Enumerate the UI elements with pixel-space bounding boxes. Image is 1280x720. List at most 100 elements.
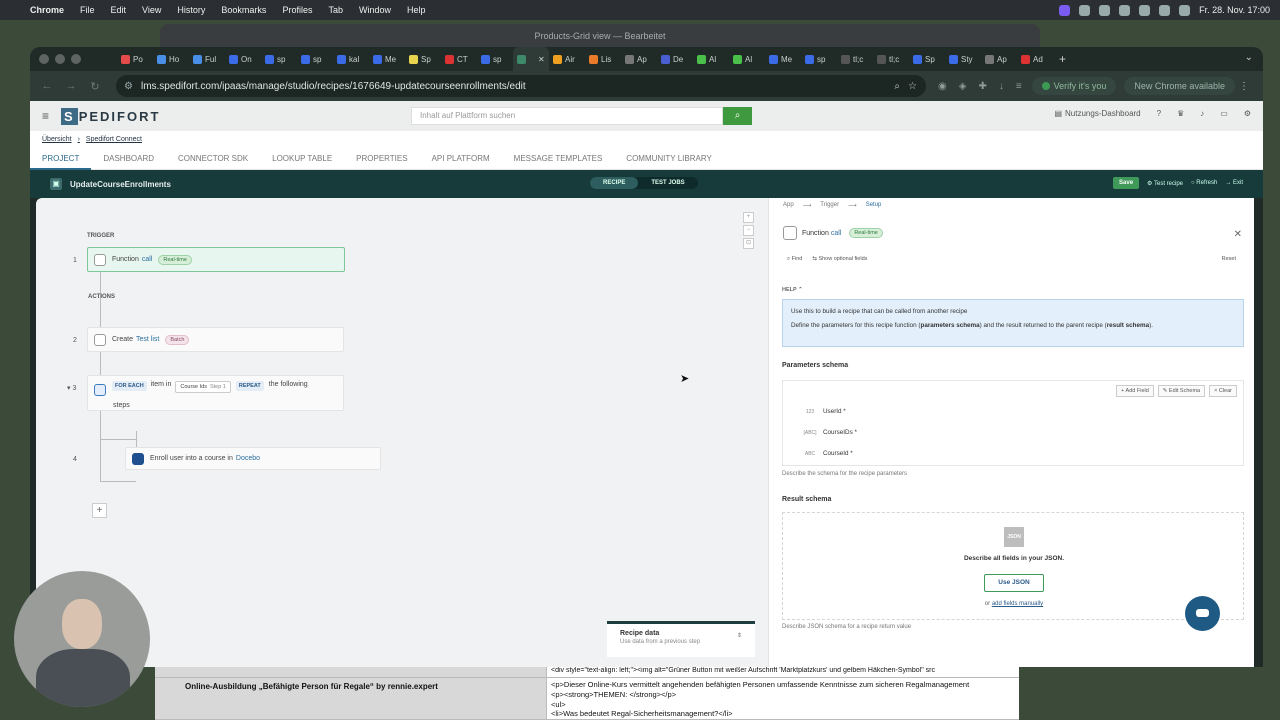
test-recipe-button[interactable]: ⚙ Test recipe — [1147, 180, 1183, 187]
menu-view[interactable]: View — [142, 5, 161, 15]
chat-support-button[interactable] — [1185, 596, 1220, 631]
menu-history[interactable]: History — [177, 5, 205, 15]
usage-dashboard-link[interactable]: ▤ Nutzungs-Dashboard — [1054, 109, 1140, 118]
browser-tab[interactable]: tl;c — [837, 47, 873, 71]
browser-tab[interactable]: Al — [693, 47, 729, 71]
browser-tab[interactable]: Ad — [1017, 47, 1053, 71]
browser-tab[interactable]: sp — [477, 47, 513, 71]
verify-button[interactable]: Verify it's you — [1031, 77, 1117, 95]
menu-help[interactable]: Help — [407, 5, 426, 15]
expand-icon[interactable]: ⇕ — [737, 632, 742, 639]
browser-tab[interactable]: Al — [729, 47, 765, 71]
browser-tab[interactable]: Air — [549, 47, 585, 71]
browser-tab[interactable]: Sty — [945, 47, 981, 71]
browser-tab[interactable]: Ap — [981, 47, 1017, 71]
tab-connector-sdk[interactable]: CONNECTOR SDK — [166, 148, 260, 170]
enroll-user-step[interactable]: Enroll user into a course in Docebo — [125, 447, 381, 470]
search-icon[interactable] — [1179, 4, 1191, 16]
clock[interactable]: Fr. 28. Nov. 17:00 — [1199, 5, 1270, 15]
add-field-button[interactable]: + Add Field — [1116, 385, 1154, 397]
zoom-icon[interactable]: ⌕ — [894, 81, 900, 92]
extension-icon[interactable]: ◈ — [959, 81, 967, 92]
browser-tab[interactable]: Sp — [909, 47, 945, 71]
tab-project[interactable]: PROJECT — [30, 148, 92, 170]
trophy-icon[interactable]: ♛ — [1177, 109, 1184, 118]
add-step-button[interactable]: + — [92, 503, 107, 518]
puzzle-icon[interactable]: ✚ — [978, 81, 986, 92]
browser-tab[interactable]: De — [657, 47, 693, 71]
tab-properties[interactable]: PROPERTIES — [344, 148, 419, 170]
menu-bookmarks[interactable]: Bookmarks — [221, 5, 266, 15]
zoom-in-icon[interactable]: + — [743, 212, 754, 223]
exit-button[interactable]: → Exit — [1225, 180, 1243, 186]
tab-trigger[interactable]: Trigger — [820, 202, 839, 209]
extension-icon[interactable]: ◉ — [938, 81, 947, 92]
wifi-icon[interactable] — [1139, 4, 1151, 16]
show-optional-fields-button[interactable]: ⇆ Show optional fields — [812, 256, 867, 263]
course-ids-datapill[interactable]: Course Ids Step 1 — [175, 381, 231, 393]
chrome-menu-icon[interactable]: ⋮ — [1239, 81, 1249, 92]
bell-icon[interactable]: ♪ — [1200, 109, 1204, 118]
menu-tab[interactable]: Tab — [328, 5, 343, 15]
reset-button[interactable]: Reset — [1222, 256, 1236, 262]
browser-tab[interactable]: Ful — [189, 47, 225, 71]
download-icon[interactable]: ↓ — [999, 81, 1004, 92]
tab-search-icon[interactable]: ⌄ — [1245, 52, 1253, 63]
bookmark-star-icon[interactable]: ☆ — [908, 81, 917, 92]
zoom-window-button[interactable] — [71, 54, 81, 64]
tab-dashboard[interactable]: DASHBOARD — [91, 148, 166, 170]
browser-tab[interactable]: Po — [117, 47, 153, 71]
schema-field-row[interactable]: 123 UserId * — [803, 408, 846, 415]
url-text[interactable]: lms.spedifort.com/ipaas/manage/studio/re… — [141, 81, 526, 92]
browser-tab[interactable]: ✕ — [513, 47, 549, 71]
browser-tab[interactable]: Sp — [405, 47, 441, 71]
settings-gear-icon[interactable]: ⚙ — [1244, 109, 1251, 118]
search-button[interactable]: ⌕ — [723, 107, 752, 125]
platform-search-input[interactable]: Inhalt auf Plattform suchen — [411, 107, 723, 125]
refresh-button[interactable]: ○ Refresh — [1191, 180, 1217, 186]
fit-icon[interactable]: ⊡ — [743, 238, 754, 249]
add-fields-manually-link[interactable]: add fields manually — [992, 601, 1043, 607]
tab-setup[interactable]: Setup — [866, 202, 882, 209]
save-button[interactable]: Save — [1113, 177, 1140, 189]
screen-share-icon[interactable] — [1059, 4, 1071, 16]
close-icon[interactable]: ✕ — [1234, 229, 1242, 240]
browser-tab[interactable]: sp — [297, 47, 333, 71]
tab-recipe[interactable]: RECIPE — [590, 177, 639, 189]
battery-icon[interactable] — [1159, 4, 1171, 16]
back-icon[interactable]: ← — [40, 80, 54, 92]
browser-tab[interactable]: sp — [801, 47, 837, 71]
browser-tab[interactable]: kal — [333, 47, 369, 71]
create-list-step[interactable]: Create Test list Batch — [87, 327, 344, 352]
help-icon[interactable]: ? — [1157, 109, 1161, 118]
recipe-data-panel[interactable]: Recipe data Use data from a previous ste… — [607, 621, 755, 657]
status-icon[interactable] — [1079, 4, 1091, 16]
menu-window[interactable]: Window — [359, 5, 391, 15]
tab-message-templates[interactable]: MESSAGE TEMPLATES — [502, 148, 615, 170]
menu-file[interactable]: File — [80, 5, 95, 15]
tab-lookup-table[interactable]: LOOKUP TABLE — [260, 148, 344, 170]
spedifort-logo[interactable]: S PEDIFORT — [61, 107, 160, 125]
menu-app-name[interactable]: Chrome — [30, 5, 64, 15]
schema-field-row[interactable]: [ABC] CourseIDs * — [803, 429, 856, 436]
help-toggle[interactable]: HELP ⌃ — [782, 287, 803, 293]
minimize-window-button[interactable] — [55, 54, 65, 64]
tab-community-library[interactable]: COMMUNITY LIBRARY — [614, 148, 724, 170]
status-icon[interactable] — [1119, 4, 1131, 16]
zoom-out-icon[interactable]: − — [743, 225, 754, 236]
browser-tab[interactable]: Lis — [585, 47, 621, 71]
hamburger-icon[interactable]: ≡ — [42, 109, 49, 123]
tab-api-platform[interactable]: API PLATFORM — [420, 148, 502, 170]
menu-edit[interactable]: Edit — [111, 5, 127, 15]
breadcrumb-item[interactable]: Übersicht — [42, 136, 72, 143]
browser-tab[interactable]: Ho — [153, 47, 189, 71]
browser-tab[interactable]: CT — [441, 47, 477, 71]
trigger-step[interactable]: Function call Real-time — [87, 247, 345, 272]
breadcrumb-item[interactable]: Spedifort Connect — [86, 136, 142, 143]
tab-app[interactable]: App — [783, 202, 794, 209]
use-json-button[interactable]: Use JSON — [984, 574, 1044, 592]
forward-icon[interactable]: → — [64, 80, 78, 92]
browser-tab[interactable]: sp — [261, 47, 297, 71]
chat-icon[interactable]: ▭ — [1220, 109, 1228, 118]
browser-tab[interactable]: tl;c — [873, 47, 909, 71]
